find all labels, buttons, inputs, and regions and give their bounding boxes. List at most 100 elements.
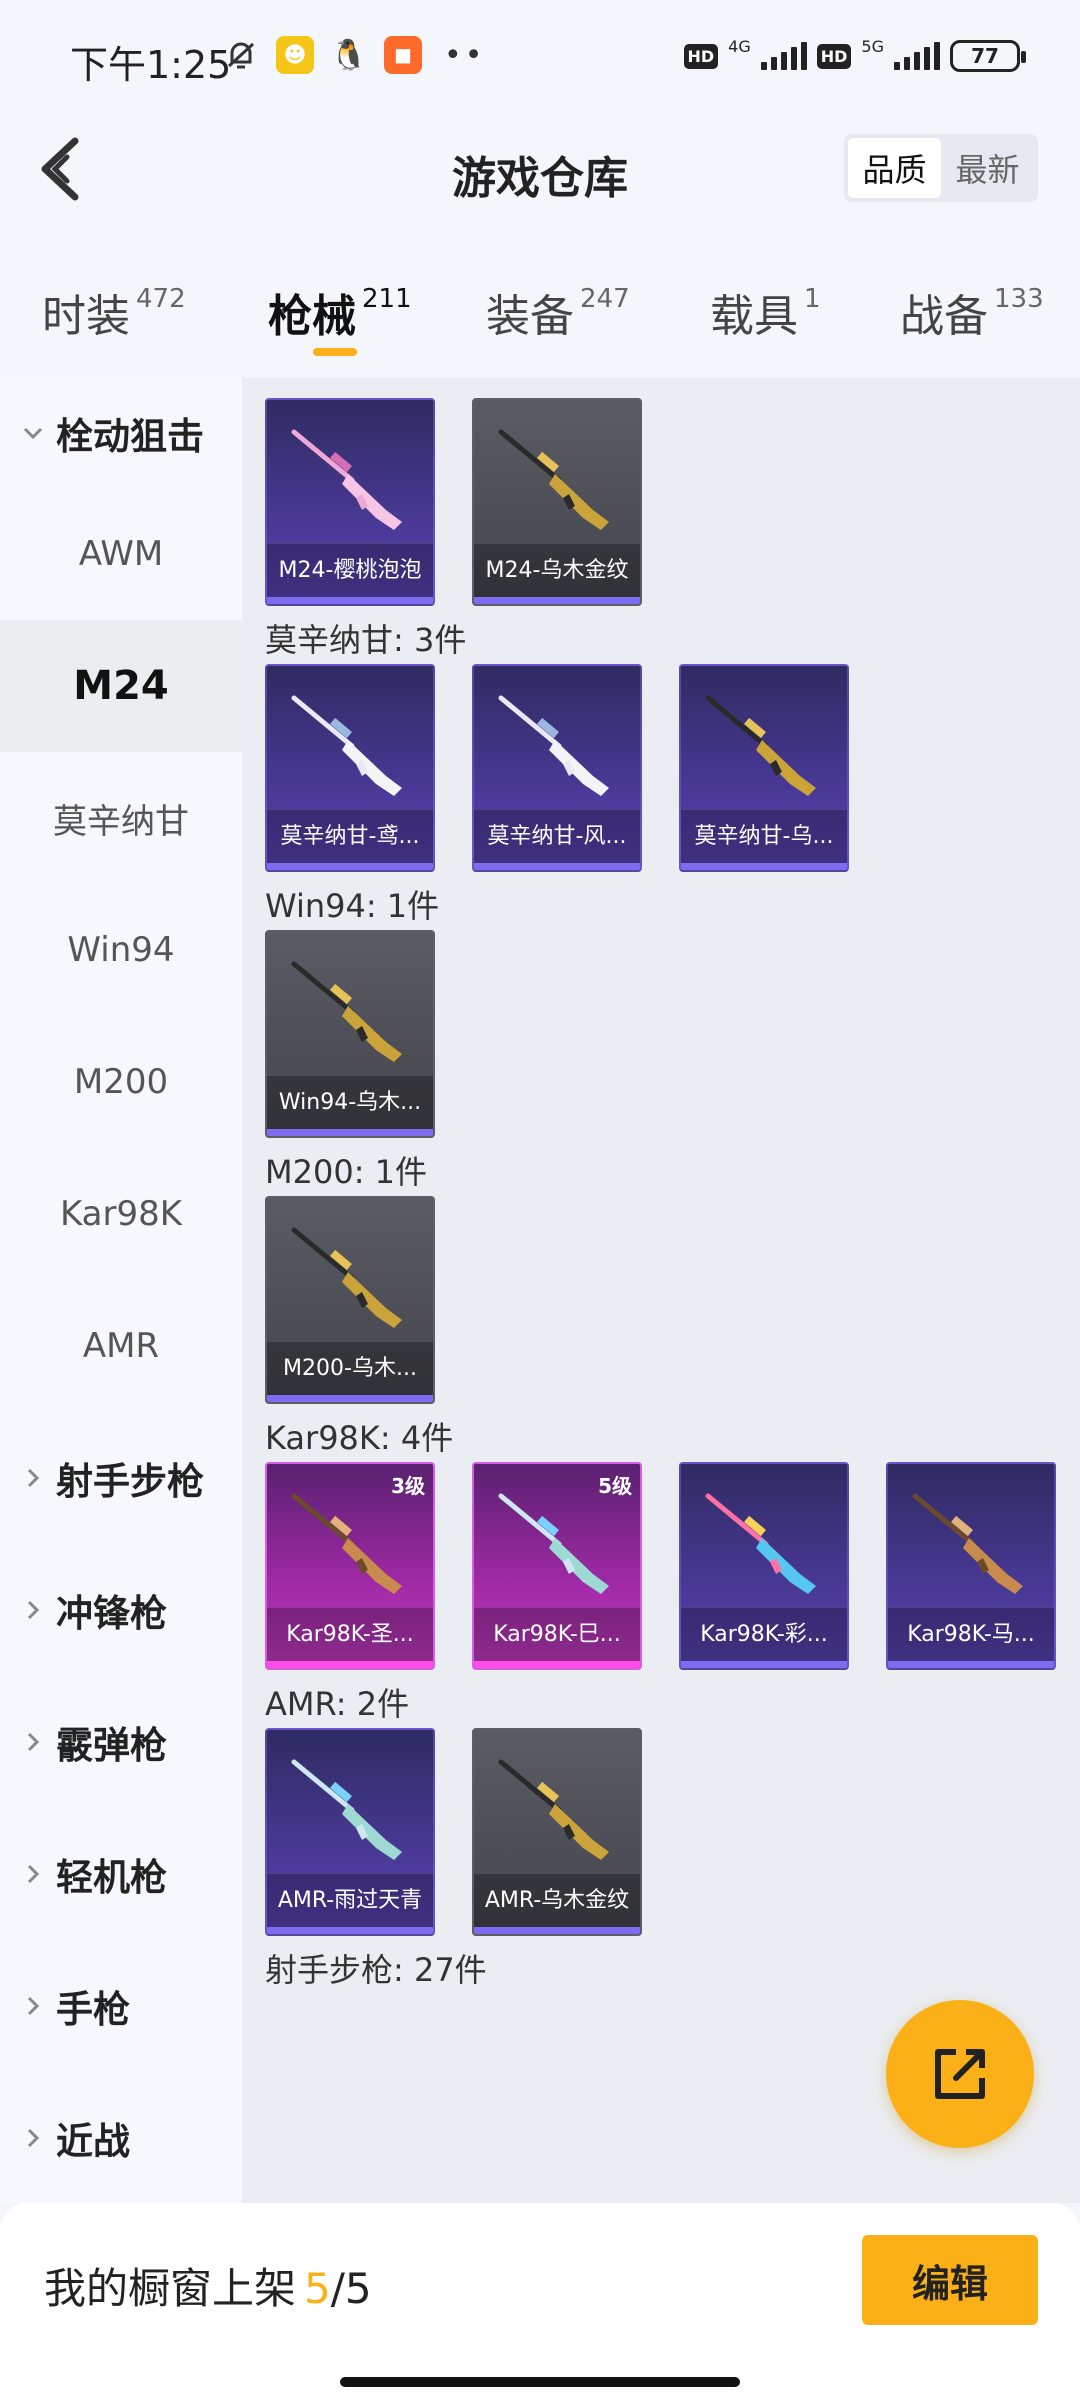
weapon-name: Win94-乌木... <box>267 1075 433 1129</box>
tab-label: 枪械 <box>268 291 356 342</box>
rarity-bar <box>681 1661 847 1668</box>
sidebar-group-pistol[interactable]: 手枪 <box>0 1940 242 2072</box>
sort-toggle: 品质 最新 <box>844 134 1038 202</box>
sidebar-item-label: 莫辛纳甘 <box>53 801 189 842</box>
weapon-card[interactable]: M24-樱桃泡泡 <box>265 398 435 606</box>
sidebar-item-m24[interactable]: M24 <box>0 620 242 752</box>
tab-fashion[interactable]: 时装 472 <box>42 280 186 344</box>
weapon-card[interactable]: 3级 Kar98K-圣... <box>265 1462 435 1670</box>
weapon-card[interactable]: 莫辛纳甘-风... <box>472 664 642 872</box>
chevron-right-icon <box>22 2127 44 2149</box>
rarity-bar <box>474 863 640 870</box>
sidebar-item-awm[interactable]: AWM <box>0 488 242 620</box>
tab-tactical[interactable]: 战备 133 <box>900 280 1044 344</box>
sidebar-item-label: Kar98K <box>59 1194 183 1234</box>
weapon-card[interactable]: AMR-雨过天青 <box>265 1728 435 1936</box>
hd-icon: HD <box>683 43 719 69</box>
rifle-image <box>291 1493 402 1594</box>
sidebar-item-kar98k[interactable]: Kar98K <box>0 1148 242 1280</box>
tab-label: 装备 <box>486 291 574 342</box>
app-notification-icon: ☻ <box>276 36 314 74</box>
rarity-bar <box>267 1927 433 1934</box>
sidebar-item-label: 近战 <box>56 2120 130 2163</box>
share-button[interactable] <box>886 2000 1034 2148</box>
rifle-image <box>291 961 402 1062</box>
weapon-category-sidebar: 栓动狙击 AWM M24 莫辛纳甘 Win94 M200 Kar98K AMR … <box>0 378 242 2203</box>
section-title: AMR: 2件 <box>265 1685 410 1723</box>
chevron-right-icon <box>22 1599 44 1621</box>
level-badge: 3级 <box>391 1474 425 1498</box>
weapon-card[interactable]: 5级 Kar98K-巳... <box>472 1462 642 1670</box>
sidebar-group-lmg[interactable]: 轻机枪 <box>0 1808 242 1940</box>
sidebar-item-label: Win94 <box>67 930 175 970</box>
weapon-name: Kar98K-马... <box>888 1607 1054 1661</box>
weapon-card[interactable]: Kar98K-彩... <box>679 1462 849 1670</box>
rifle-image <box>291 429 402 530</box>
tab-count: 247 <box>580 284 630 314</box>
rifle-image <box>291 1227 402 1328</box>
tab-count: 1 <box>804 284 821 314</box>
tab-vehicles[interactable]: 载具 1 <box>710 280 821 344</box>
sidebar-item-amr[interactable]: AMR <box>0 1280 242 1412</box>
weapon-grid: AMR-雨过天青 AMR-乌木金纹 <box>242 1728 1080 1936</box>
weapon-card[interactable]: Kar98K-马... <box>886 1462 1056 1670</box>
sidebar-group-bolt-action[interactable]: 栓动狙击 <box>0 378 242 488</box>
sidebar-item-label: AWM <box>78 534 164 574</box>
weapon-card[interactable]: 莫辛纳甘-乌... <box>679 664 849 872</box>
chevron-right-icon <box>22 1467 44 1489</box>
signal-icon-2 <box>894 42 940 70</box>
tab-equipment[interactable]: 装备 247 <box>486 280 630 344</box>
section-title: 射手步枪: 27件 <box>265 1951 487 1989</box>
sidebar-group-marksman[interactable]: 射手步枪 <box>0 1412 242 1544</box>
share-external-icon <box>935 2049 985 2099</box>
sidebar-item-m200[interactable]: M200 <box>0 1016 242 1148</box>
active-tab-indicator <box>313 348 357 356</box>
weapon-card[interactable]: 莫辛纳甘-鸢... <box>265 664 435 872</box>
sidebar-item-label: 栓动狙击 <box>56 415 204 458</box>
home-indicator[interactable] <box>340 2377 740 2387</box>
tab-label: 时装 <box>42 291 130 342</box>
rifle-image <box>498 695 609 796</box>
sidebar-group-smg[interactable]: 冲锋枪 <box>0 1544 242 1676</box>
tab-count: 211 <box>362 284 412 314</box>
more-notifications-icon: •• <box>444 37 486 73</box>
category-tabs: 时装 472 枪械 211 装备 247 载具 1 战备 133 <box>0 260 1080 360</box>
sort-quality-option[interactable]: 品质 <box>848 138 941 198</box>
rarity-bar <box>888 1661 1054 1668</box>
chevron-right-icon <box>22 1995 44 2017</box>
sidebar-item-label: AMR <box>82 1326 160 1366</box>
weapon-card[interactable]: AMR-乌木金纹 <box>472 1728 642 1936</box>
network-5g-label: 5G <box>861 36 884 56</box>
weapon-name: Kar98K-圣... <box>267 1607 433 1661</box>
sidebar-item-mosin[interactable]: 莫辛纳甘 <box>0 752 242 884</box>
sidebar-item-label: 霰弹枪 <box>56 1724 167 1767</box>
header: 游戏仓库 品质 最新 <box>0 120 1080 220</box>
rifle-image <box>705 695 816 796</box>
weapon-card[interactable]: M24-乌木金纹 <box>472 398 642 606</box>
sort-newest-option[interactable]: 最新 <box>941 138 1034 198</box>
weapon-name: AMR-乌木金纹 <box>474 1873 640 1927</box>
weapon-card[interactable]: M200-乌木... <box>265 1196 435 1404</box>
sidebar-item-label: 冲锋枪 <box>56 1592 167 1635</box>
rarity-bar <box>267 863 433 870</box>
sidebar-item-win94[interactable]: Win94 <box>0 884 242 1016</box>
shop-notification-icon: ◼ <box>384 36 422 74</box>
sidebar-item-label: 射手步枪 <box>56 1460 204 1503</box>
battery-icon: 77 <box>950 40 1026 72</box>
rarity-bar <box>267 597 433 604</box>
weapon-sections: M24-樱桃泡泡 M24-乌木金纹 莫辛纳甘: 3件 莫辛纳甘-鸢... 莫辛纳甘-风.… <box>242 398 1080 1994</box>
edit-button[interactable]: 编辑 <box>862 2235 1038 2325</box>
weapon-card[interactable]: Win94-乌木... <box>265 930 435 1138</box>
network-4g-label: 4G <box>728 36 751 56</box>
weapon-grid: M200-乌木... <box>242 1196 1080 1404</box>
weapon-grid: 莫辛纳甘-鸢... 莫辛纳甘-风... 莫辛纳甘-乌... <box>242 664 1080 872</box>
rarity-bar <box>267 1661 433 1668</box>
rifle-image <box>291 1759 402 1860</box>
sidebar-group-melee[interactable]: 近战 <box>0 2072 242 2203</box>
sidebar-group-shotgun[interactable]: 霰弹枪 <box>0 1676 242 1808</box>
signal-icon <box>760 42 807 70</box>
chevron-right-icon <box>22 1731 44 1753</box>
level-badge: 5级 <box>598 1474 632 1498</box>
tab-firearms[interactable]: 枪械 211 <box>268 280 412 344</box>
weapon-name: M24-樱桃泡泡 <box>267 543 433 597</box>
